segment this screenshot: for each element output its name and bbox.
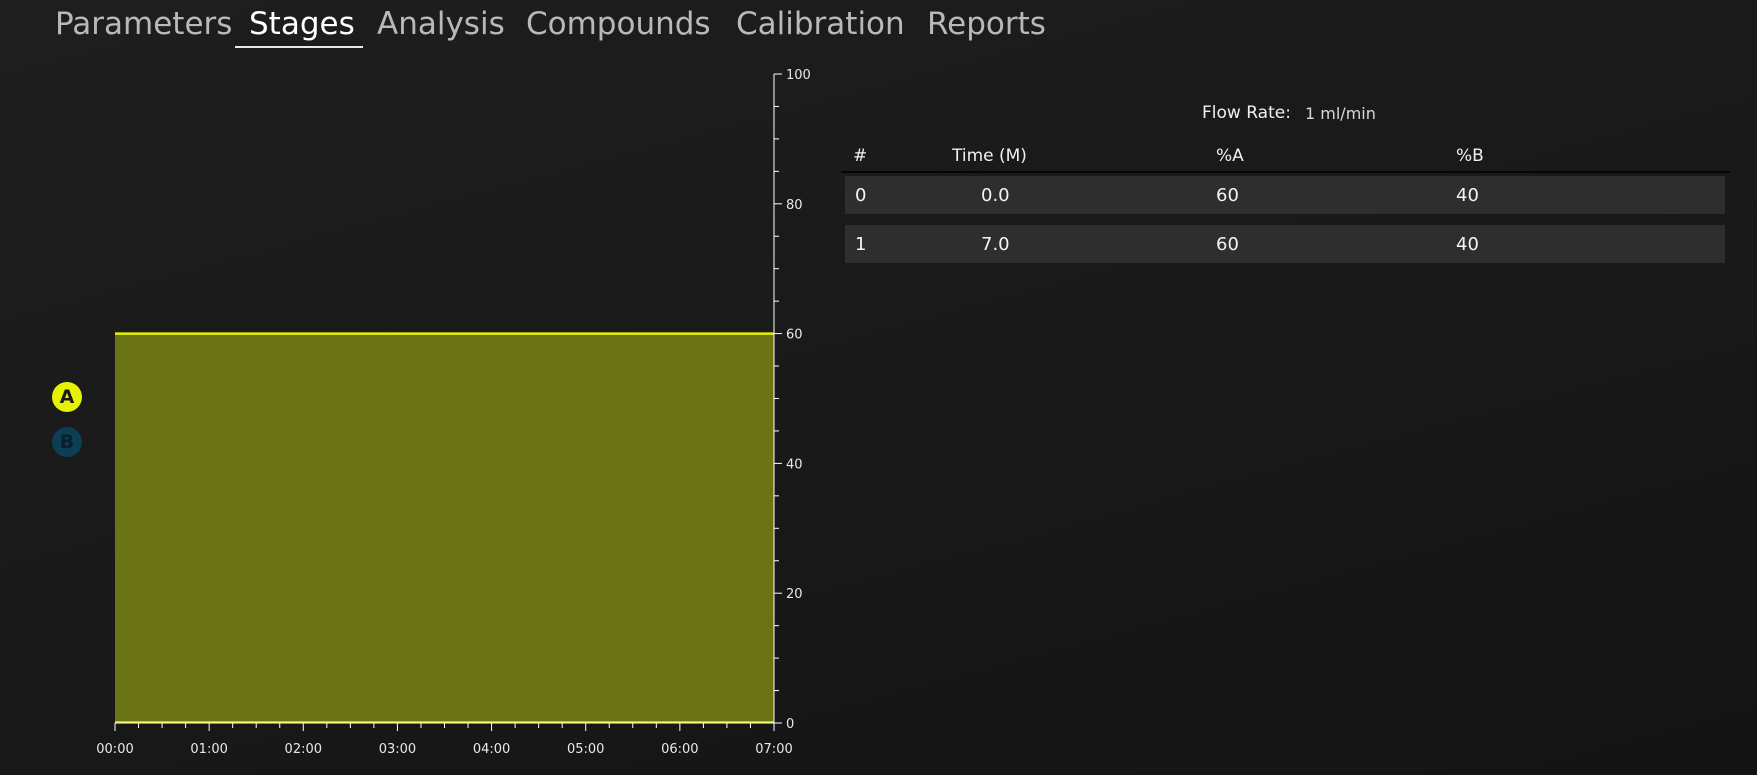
flow-rate-value[interactable]: 1 ml/min [1305, 104, 1376, 123]
column-header-percent-a: %A [1216, 146, 1244, 166]
tab-compounds[interactable]: Compounds [526, 4, 711, 44]
column-header-time: Time (M) [952, 146, 1027, 166]
series-a-toggle[interactable]: A [52, 382, 82, 412]
cell-index: 1 [855, 234, 867, 255]
y-tick-label: 60 [786, 328, 803, 343]
series-b-toggle[interactable]: B [52, 427, 82, 457]
y-tick-label: 0 [786, 717, 794, 732]
flow-rate-label: Flow Rate: [1202, 103, 1291, 123]
tab-calibration[interactable]: Calibration [736, 4, 905, 44]
tab-parameters[interactable]: Parameters [55, 4, 232, 44]
gradient-chart: 0 20 40 60 80 100 00:00 01:00 02:00 03:00 04:00 05:… [96, 68, 811, 757]
cell-percent-a[interactable]: 60 [1216, 185, 1239, 206]
x-tick-label: 01:00 [190, 742, 227, 757]
y-tick-label: 80 [786, 198, 803, 213]
table-row[interactable]: 1 7.0 60 40 [845, 225, 1725, 263]
cell-percent-b[interactable]: 40 [1456, 234, 1479, 255]
table-row[interactable]: 0 0.0 60 40 [845, 176, 1725, 214]
header-divider [841, 171, 1730, 173]
column-header-index: # [853, 146, 868, 166]
x-tick-label: 02:00 [285, 742, 322, 757]
tab-stages[interactable]: Stages [249, 4, 355, 44]
x-tick-label: 05:00 [567, 742, 604, 757]
y-tick-label: 20 [786, 587, 803, 602]
active-tab-underline [235, 46, 363, 48]
cell-time[interactable]: 0.0 [981, 185, 1010, 206]
cell-percent-a[interactable]: 60 [1216, 234, 1239, 255]
column-header-percent-b: %B [1456, 146, 1484, 166]
cell-index: 0 [855, 185, 867, 206]
y-tick-label: 100 [786, 68, 811, 83]
tab-reports[interactable]: Reports [927, 4, 1046, 44]
cell-percent-b[interactable]: 40 [1456, 185, 1479, 206]
x-tick-label: 04:00 [473, 742, 510, 757]
x-tick-label: 00:00 [96, 742, 133, 757]
x-tick-label: 07:00 [755, 742, 792, 757]
tab-analysis[interactable]: Analysis [377, 4, 505, 44]
series-a-area [115, 333, 774, 723]
cell-time[interactable]: 7.0 [981, 234, 1010, 255]
x-tick-label: 03:00 [379, 742, 416, 757]
y-tick-label: 40 [786, 457, 803, 472]
x-tick-label: 06:00 [661, 742, 698, 757]
tab-bar: Parameters Stages Analysis Compounds Cal… [0, 0, 1100, 50]
